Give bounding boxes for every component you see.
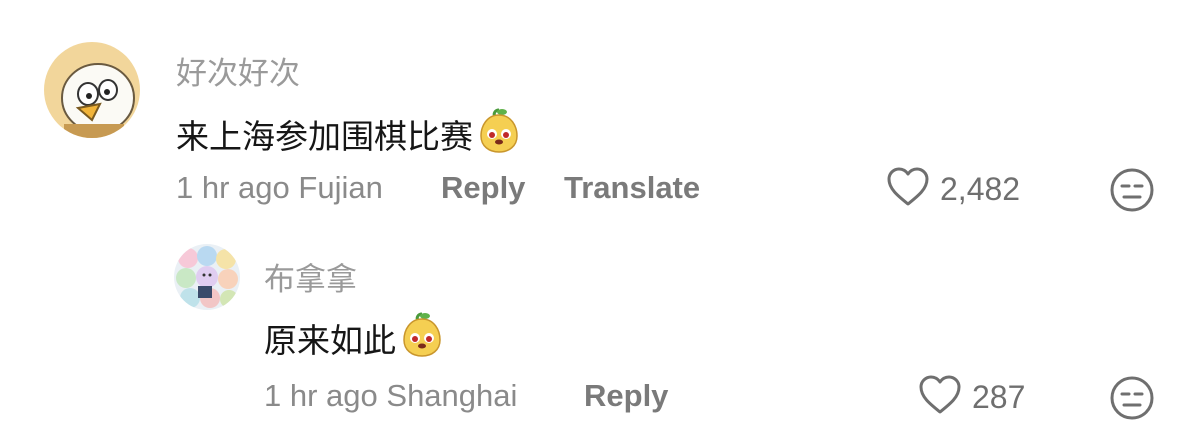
like-count: 2,482 (940, 171, 1021, 207)
like-button[interactable]: 287 (918, 374, 1025, 421)
avatar[interactable] (174, 244, 240, 310)
meh-face-icon (1108, 168, 1156, 218)
dislike-button[interactable] (1108, 166, 1156, 219)
reply-button[interactable]: Reply (584, 378, 668, 414)
reply-button[interactable]: Reply (441, 170, 525, 206)
translate-button[interactable]: Translate (564, 170, 700, 206)
pear-face-emoji-icon (398, 310, 446, 366)
comment-username[interactable]: 布拿拿 (264, 254, 357, 299)
comment-meta: 1 hr ago Fujian (176, 170, 383, 206)
like-button[interactable]: 2,482 (886, 166, 1020, 213)
comment-text-content: 来上海参加围棋比赛 (176, 118, 473, 155)
like-count: 287 (972, 379, 1026, 415)
dislike-button[interactable] (1108, 374, 1156, 427)
comment-location: Fujian (298, 170, 383, 205)
pear-face-emoji-icon (475, 106, 523, 162)
heart-outline-icon (918, 374, 962, 421)
comment-time: 1 hr ago (264, 378, 378, 413)
comment-text: 原来如此 (264, 310, 446, 366)
meh-face-icon (1108, 376, 1156, 426)
comment-meta: 1 hr ago Shanghai (264, 378, 517, 414)
comment-text: 来上海参加围棋比赛 (176, 106, 523, 162)
comment-location: Shanghai (386, 378, 518, 413)
heart-outline-icon (886, 166, 930, 213)
comment-username[interactable]: 好次好次 (176, 48, 300, 93)
comment-text-content: 原来如此 (264, 322, 396, 359)
avatar[interactable] (44, 42, 140, 138)
comment-time: 1 hr ago (176, 170, 290, 205)
